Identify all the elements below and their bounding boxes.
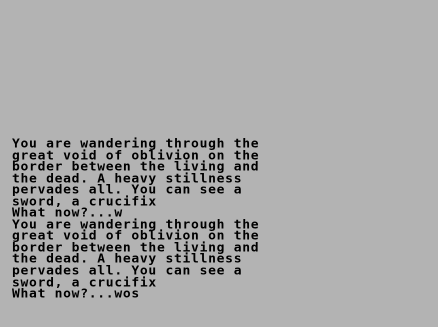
- text-line: border between the living and: [12, 160, 260, 175]
- command-input-line[interactable]: What now?...wos: [12, 287, 434, 301]
- text-output: You are wandering through the great void…: [12, 137, 434, 301]
- command-input[interactable]: What now?...wos: [12, 287, 140, 301]
- text-line: pervades all. You can see a: [12, 264, 243, 278]
- game-screen: You are wandering through the great void…: [0, 0, 438, 327]
- text-line: You are wandering through the: [12, 137, 260, 151]
